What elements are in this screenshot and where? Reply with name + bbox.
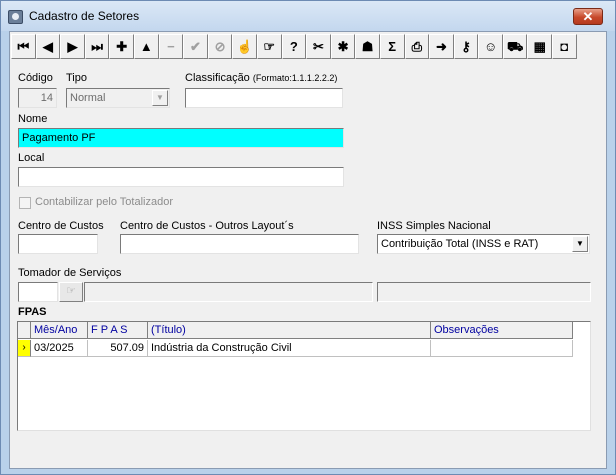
centro-custos-outros-label: Centro de Custos - Outros Layout´s <box>120 220 294 232</box>
users-button[interactable]: ☺ <box>478 34 503 59</box>
cell-mes-ano[interactable]: 03/2025 <box>31 340 88 357</box>
transport-button[interactable]: ⛟ <box>502 34 528 59</box>
column-observacoes[interactable]: Observações <box>431 322 573 339</box>
inss-label: INSS Simples Nacional <box>377 220 491 232</box>
column-titulo[interactable]: (Título) <box>148 322 431 339</box>
first-icon: ⏮ <box>17 39 30 54</box>
key-button[interactable]: ⚷ <box>453 34 479 59</box>
group-button[interactable]: ☗ <box>355 34 380 59</box>
goto-button[interactable]: ☞ <box>256 34 282 59</box>
tools-button[interactable]: ✂ <box>306 34 331 59</box>
calendar-button[interactable]: ▦ <box>527 34 553 59</box>
classificacao-field[interactable] <box>185 88 343 108</box>
help-button[interactable]: ? <box>281 34 307 59</box>
tomador-name-field <box>84 282 373 302</box>
exit-button[interactable]: ◘ <box>552 34 577 59</box>
plus-icon: ✚ <box>116 39 128 54</box>
report-button[interactable]: ✱ <box>330 34 356 59</box>
nome-label: Nome <box>18 113 48 125</box>
navigator-toolbar: ⏮ ◀ ▶ ⏭ ✚ ▲ − ✔ ⊘ ☝ ☞? ✂ ✱ ☗ Σ ⎙ ➜ ⚷ ☺ ⛟ ▦ ◘ <box>11 34 577 60</box>
cell-fpas[interactable]: 507.09 <box>88 340 148 357</box>
hand-button[interactable]: ☝ <box>232 34 257 59</box>
print-button[interactable]: ⎙ <box>404 34 430 59</box>
group-icon: ☗ <box>361 39 374 54</box>
help-icon: ? <box>289 39 298 54</box>
codigo-label: Código <box>18 72 53 84</box>
sigma-icon: Σ <box>388 39 397 54</box>
checkmark-icon: ✔ <box>190 39 201 54</box>
contabilizar-checkbox[interactable] <box>19 197 31 209</box>
tomador-code-field[interactable] <box>18 282 58 302</box>
chevron-down-icon[interactable]: ▼ <box>572 236 588 252</box>
tipo-select: Normal ▼ <box>66 88 170 108</box>
fpas-grid-header: Mês/Ano F P A S (Título) Observações <box>18 322 573 339</box>
minus-icon: − <box>167 39 175 54</box>
indicator-header <box>18 322 31 339</box>
row-indicator: › <box>18 340 31 357</box>
column-mes-ano[interactable]: Mês/Ano <box>31 322 88 339</box>
chevron-down-icon: ▼ <box>152 90 168 106</box>
next-icon: ▶ <box>67 39 78 54</box>
delete-button[interactable]: − <box>158 34 184 59</box>
last-icon: ⏭ <box>91 39 103 54</box>
tomador-label: Tomador de Serviços <box>18 267 122 279</box>
truck-icon: ⛟ <box>506 39 524 54</box>
calendar-icon: ▦ <box>533 39 546 54</box>
centro-custos-field[interactable] <box>18 234 98 254</box>
hand-icon: ☝ <box>236 39 253 54</box>
post-button[interactable]: ✔ <box>183 34 208 59</box>
tomador-lookup-button[interactable]: ☞ <box>59 282 83 302</box>
table-row[interactable]: › 03/2025 507.09 Indústria da Construção… <box>18 340 573 357</box>
fpas-grid[interactable]: Mês/Ano F P A S (Título) Observações › 0… <box>17 321 591 431</box>
title-bar[interactable]: Cadastro de Setores ✕ <box>1 1 615 31</box>
tipo-label: Tipo <box>66 72 87 84</box>
prior-record-button[interactable]: ◀ <box>35 34 61 59</box>
fpas-title: FPAS <box>18 306 47 318</box>
export-icon: ➜ <box>435 39 447 54</box>
tipo-value: Normal <box>70 92 106 104</box>
nome-field[interactable]: Pagamento PF <box>18 128 344 148</box>
cancel-icon: ⊘ <box>214 39 226 54</box>
window-title: Cadastro de Setores <box>29 9 140 23</box>
app-icon[interactable] <box>8 10 23 24</box>
insert-button[interactable]: ✚ <box>109 34 134 59</box>
local-field[interactable] <box>18 167 344 187</box>
users-icon: ☺ <box>483 39 498 54</box>
codigo-field: 14 <box>18 88 57 108</box>
main-window: Cadastro de Setores ✕ ⏮ ◀ ▶ ⏭ ✚ ▲ − ✔ ⊘ ☝ ☞? ✂ ✱ ☗ Σ ⎙ ➜… <box>0 0 616 475</box>
print-icon: ⎙ <box>411 39 422 54</box>
classificacao-label: Classificação (Formato:1.1.1.2.2.2) <box>185 72 337 84</box>
edit-button[interactable]: ▲ <box>133 34 159 59</box>
close-button[interactable]: ✕ <box>573 8 603 25</box>
centro-custos-label: Centro de Custos <box>18 220 104 232</box>
inss-value: Contribuição Total (INSS e RAT) <box>381 238 539 250</box>
cell-titulo[interactable]: Indústria da Construção Civil <box>148 340 431 357</box>
tools-icon: ✂ <box>312 39 324 54</box>
form-area: ⏮ ◀ ▶ ⏭ ✚ ▲ − ✔ ⊘ ☝ ☞? ✂ ✱ ☗ Σ ⎙ ➜ ⚷ ☺ ⛟ ▦ ◘ Código 14 Tipo N… <box>9 31 607 469</box>
exit-icon: ◘ <box>560 39 569 54</box>
first-record-button[interactable]: ⏮ <box>11 34 36 59</box>
tomador-extra-field <box>377 282 591 302</box>
centro-custos-outros-field[interactable] <box>120 234 359 254</box>
prior-icon: ◀ <box>42 39 53 54</box>
pointing-hand-icon: ☞ <box>263 39 276 54</box>
cancel-button[interactable]: ⊘ <box>207 34 233 59</box>
contabilizar-label: Contabilizar pelo Totalizador <box>35 196 173 208</box>
last-record-button[interactable]: ⏭ <box>84 34 110 59</box>
classificacao-label-text: Classificação <box>185 72 250 84</box>
column-fpas[interactable]: F P A S <box>88 322 148 339</box>
sum-button[interactable]: Σ <box>379 34 405 59</box>
classificacao-format-hint: (Formato:1.1.1.2.2.2) <box>252 73 338 83</box>
local-label: Local <box>18 152 45 164</box>
triangle-up-icon: ▲ <box>139 39 153 54</box>
report-icon: ✱ <box>337 39 349 54</box>
key-icon: ⚷ <box>461 39 471 54</box>
export-button[interactable]: ➜ <box>429 34 454 59</box>
inss-select[interactable]: Contribuição Total (INSS e RAT) ▼ <box>377 234 590 254</box>
next-record-button[interactable]: ▶ <box>60 34 85 59</box>
cell-observacoes[interactable] <box>431 340 573 357</box>
